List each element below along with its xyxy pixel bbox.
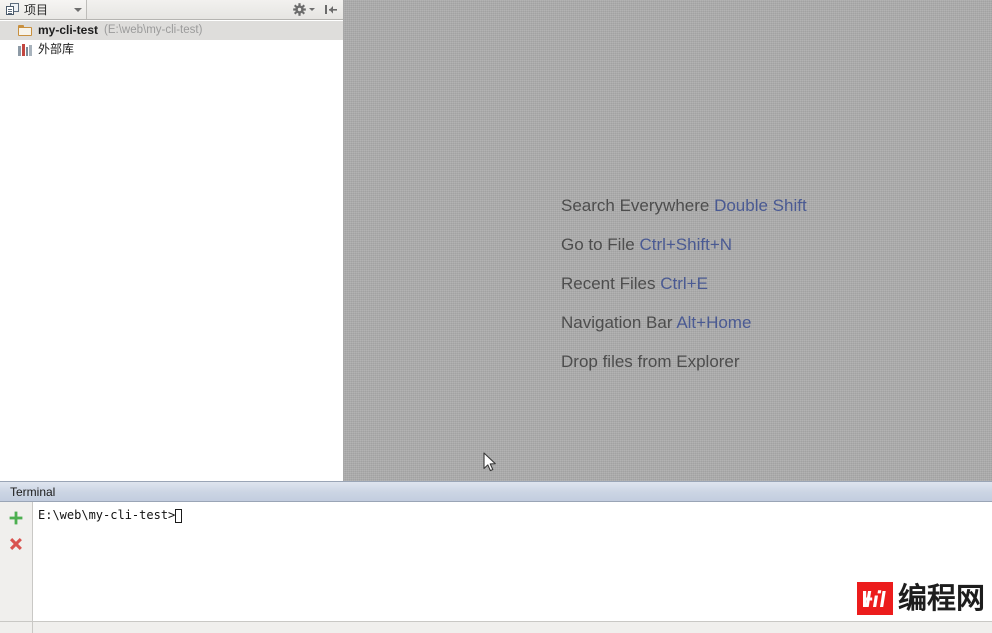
project-toolbar: 项目: [0, 0, 343, 20]
tab-terminal[interactable]: Terminal: [0, 486, 55, 498]
tree-item-label: 外部库: [38, 42, 75, 56]
close-session-button[interactable]: [5, 533, 27, 555]
collapse-all-icon: [325, 5, 337, 14]
gear-icon: [293, 3, 306, 16]
project-tree: my-cli-test (E:\web\my-cli-test) 外部库: [0, 20, 343, 59]
hint-shortcut: Double Shift: [714, 196, 807, 215]
hint-shortcut: Ctrl+Shift+N: [639, 235, 733, 254]
folder-icon: [18, 24, 33, 37]
hint-drop-files: Drop files from Explorer: [561, 342, 807, 381]
hint-label: Search Everywhere: [561, 196, 710, 215]
ide-window: 项目 my-cli-test (E:\web\my-cli-test) 外部库 …: [0, 0, 992, 633]
terminal-panel: Terminal E:\web\my-cli-test> 编程网: [0, 481, 992, 633]
close-x-icon: [9, 537, 22, 551]
project-view-icon: [6, 3, 20, 16]
chevron-down-icon: [309, 8, 315, 11]
project-toolbar-actions: [293, 0, 343, 19]
watermark-logo-icon: [856, 582, 893, 615]
tree-item-my-cli-test[interactable]: my-cli-test (E:\web\my-cli-test): [0, 21, 343, 40]
hint-shortcut: Alt+Home: [676, 313, 752, 332]
hint-label: Go to File: [561, 235, 635, 254]
terminal-gutter: [0, 502, 33, 632]
terminal-body: E:\web\my-cli-test>: [0, 502, 992, 632]
hint-search-everywhere: Search Everywhere Double Shift: [561, 186, 807, 225]
hint-recent-files: Recent Files Ctrl+E: [561, 264, 807, 303]
terminal-console[interactable]: E:\web\my-cli-test>: [33, 502, 992, 632]
hint-shortcut: Ctrl+E: [660, 274, 708, 293]
hint-label: Drop files from Explorer: [561, 352, 740, 371]
terminal-bottom-strip: [0, 621, 992, 633]
external-libraries-icon: [18, 43, 32, 56]
tree-item-path: (E:\web\my-cli-test): [104, 24, 203, 36]
hint-label: Navigation Bar: [561, 313, 673, 332]
new-session-button[interactable]: [5, 507, 27, 529]
project-sidebar: 项目 my-cli-test (E:\web\my-cli-test) 外部库: [0, 0, 344, 481]
chevron-down-icon[interactable]: [74, 7, 83, 12]
terminal-prompt-line: E:\web\my-cli-test>: [38, 508, 992, 523]
editor-hints-list: Search Everywhere Double Shift Go to Fil…: [561, 186, 807, 381]
watermark: 编程网: [856, 581, 985, 615]
settings-button[interactable]: [293, 3, 315, 16]
collapse-all-button[interactable]: [324, 3, 338, 16]
tree-item-label: my-cli-test: [38, 23, 99, 37]
plus-icon: [9, 511, 23, 525]
mouse-pointer-icon: [483, 452, 496, 472]
hint-go-to-file: Go to File Ctrl+Shift+N: [561, 225, 807, 264]
terminal-caret: [175, 508, 183, 523]
editor-empty-area[interactable]: Search Everywhere Double Shift Go to Fil…: [344, 0, 992, 481]
hint-label: Recent Files: [561, 274, 656, 293]
tab-project-label: 项目: [24, 2, 49, 17]
watermark-text: 编程网: [897, 581, 985, 615]
terminal-tabbar: Terminal: [0, 481, 992, 502]
terminal-prompt-text: E:\web\my-cli-test>: [38, 508, 176, 522]
hint-navigation-bar: Navigation Bar Alt+Home: [561, 303, 807, 342]
tab-project[interactable]: 项目: [0, 0, 88, 19]
tree-item-external-libraries[interactable]: 外部库: [0, 40, 343, 59]
terminal-gutter-footer: [0, 622, 33, 633]
